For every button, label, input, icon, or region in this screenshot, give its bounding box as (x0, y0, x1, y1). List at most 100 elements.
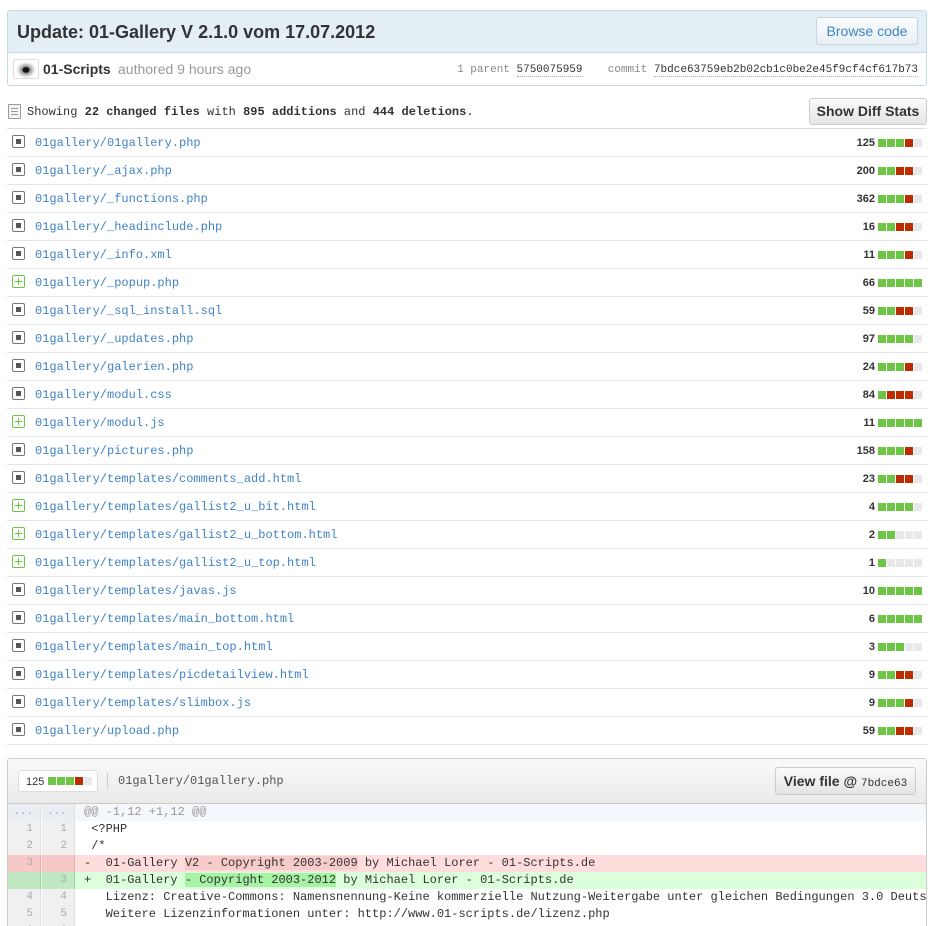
bar-addition-block (878, 195, 886, 203)
file-link[interactable]: 01gallery/modul.js (35, 416, 165, 430)
file-link[interactable]: 01gallery/_sql_install.sql (35, 304, 222, 318)
authored-time: authored 9 hours ago (118, 61, 252, 77)
file-change-count: 3 (868, 641, 875, 653)
bar-addition-block (896, 643, 904, 651)
diffstat-bar (878, 727, 924, 735)
new-line-number[interactable]: 3 (42, 872, 75, 889)
bar-neutral-block (914, 643, 922, 651)
new-line-number[interactable]: ... (42, 804, 75, 821)
context-line: 11 <?PHP (8, 821, 926, 838)
bar-deletion-block (896, 223, 904, 231)
bar-neutral-block (896, 559, 904, 567)
old-line-number[interactable]: 4 (8, 889, 41, 906)
bar-neutral-block (905, 643, 913, 651)
bar-neutral-block (914, 531, 922, 539)
diffstat-bar (878, 307, 924, 315)
bar-deletion-block (905, 223, 913, 231)
bar-addition-block (878, 419, 886, 427)
bar-deletion-block (905, 363, 913, 371)
file-link[interactable]: 01gallery/templates/slimbox.js (35, 696, 251, 710)
code-text: - 01-Gallery V2 - Copyright 2003-2009 by… (84, 855, 595, 872)
diffstat-bar (878, 223, 924, 231)
file-change-count: 66 (862, 277, 875, 289)
bar-addition-block (878, 475, 886, 483)
new-line-number[interactable]: 2 (42, 838, 75, 855)
bar-addition-block (887, 587, 895, 595)
diffstat-bar (878, 391, 924, 399)
file-change-count: 11 (863, 249, 875, 261)
bar-addition-block (896, 587, 904, 595)
diff-stat-box: 125 (18, 770, 98, 792)
bar-addition-block (878, 447, 886, 455)
file-link[interactable]: 01gallery/_headinclude.php (35, 220, 222, 234)
file-change-count: 10 (862, 585, 875, 597)
bar-neutral-block (914, 447, 922, 455)
file-link[interactable]: 01gallery/galerien.php (35, 360, 193, 374)
file-link[interactable]: 01gallery/_functions.php (35, 192, 208, 206)
file-link[interactable]: 01gallery/_info.xml (35, 248, 172, 262)
file-link[interactable]: 01gallery/pictures.php (35, 444, 193, 458)
old-line-number[interactable]: 5 (8, 906, 41, 923)
bar-addition-block (887, 727, 895, 735)
file-row: 01gallery/templates/gallist2_u_top.html 1 (7, 549, 927, 577)
bar-deletion-block (905, 727, 913, 735)
file-link[interactable]: 01gallery/templates/gallist2_u_bottom.ht… (35, 528, 337, 542)
file-link[interactable]: 01gallery/templates/javas.js (35, 584, 237, 598)
view-file-button[interactable]: View file @ 7bdce63 (775, 767, 916, 795)
file-link[interactable]: 01gallery/templates/main_top.html (35, 640, 273, 654)
bar-neutral-block (914, 727, 922, 735)
file-change-count: 6 (868, 613, 875, 625)
old-line-number[interactable] (8, 872, 41, 889)
bar-addition-block (878, 503, 886, 511)
file-link[interactable]: 01gallery/templates/main_bottom.html (35, 612, 294, 626)
file-change-count: 4 (868, 501, 875, 513)
file-link[interactable]: 01gallery/_updates.php (35, 332, 193, 346)
file-link[interactable]: 01gallery/templates/gallist2_u_bit.html (35, 500, 316, 514)
file-link[interactable]: 01gallery/modul.css (35, 388, 172, 402)
file-link[interactable]: 01gallery/templates/picdetailview.html (35, 668, 309, 682)
bar-addition-block (878, 587, 886, 595)
file-modified-icon (12, 695, 25, 708)
show-diff-stats-button[interactable]: Show Diff Stats (809, 98, 927, 125)
bar-addition-block (878, 643, 886, 651)
bar-addition-block (878, 391, 886, 399)
new-line-number[interactable]: 1 (42, 821, 75, 838)
bar-addition-block (878, 531, 886, 539)
author-link[interactable]: 01-Scripts (43, 61, 111, 77)
bar-addition-block (66, 777, 74, 785)
bar-addition-block (914, 587, 922, 595)
new-line-number[interactable]: 5 (42, 906, 75, 923)
bar-addition-block (887, 223, 895, 231)
diffstat-bar (878, 475, 924, 483)
file-link[interactable]: 01gallery/templates/comments_add.html (35, 472, 301, 486)
file-link[interactable]: 01gallery/_ajax.php (35, 164, 172, 178)
new-line-number[interactable]: 4 (42, 889, 75, 906)
diff-line-count: 125 (26, 776, 45, 788)
file-row: 01gallery/templates/main_bottom.html 6 (7, 605, 927, 633)
old-line-number[interactable]: 3 (8, 855, 41, 872)
bar-deletion-block (896, 671, 904, 679)
file-link[interactable]: 01gallery/01gallery.php (35, 136, 201, 150)
new-line-number[interactable] (42, 855, 75, 872)
file-row: 01gallery/_updates.php 97 (7, 325, 927, 353)
diffstat-bar (878, 699, 924, 707)
browse-code-button[interactable]: Browse code (816, 17, 918, 45)
file-link[interactable]: 01gallery/_popup.php (35, 276, 179, 290)
old-line-number[interactable]: ... (8, 804, 41, 821)
bar-addition-block (887, 615, 895, 623)
changes-summary: Showing 22 changed files with 895 additi… (27, 105, 474, 119)
avatar[interactable] (13, 59, 39, 79)
file-modified-icon (12, 191, 25, 204)
file-link[interactable]: 01gallery/upload.php (35, 724, 179, 738)
highlighted-change: V2 - Copyright 2003-2009 (184, 856, 358, 870)
parent-sha-link[interactable]: 5750075959 (516, 64, 583, 77)
diffstat-bar (878, 279, 924, 287)
file-link[interactable]: 01gallery/templates/gallist2_u_top.html (35, 556, 316, 570)
bar-addition-block (887, 251, 895, 259)
old-line-number[interactable]: 1 (8, 821, 41, 838)
file-modified-icon (12, 443, 25, 456)
code-text: Weitere Lizenzinformationen unter: http:… (84, 906, 610, 923)
code-segment: by Michael Lorer - 01-Scripts.de (336, 873, 574, 887)
bar-deletion-block (905, 251, 913, 259)
old-line-number[interactable]: 2 (8, 838, 41, 855)
